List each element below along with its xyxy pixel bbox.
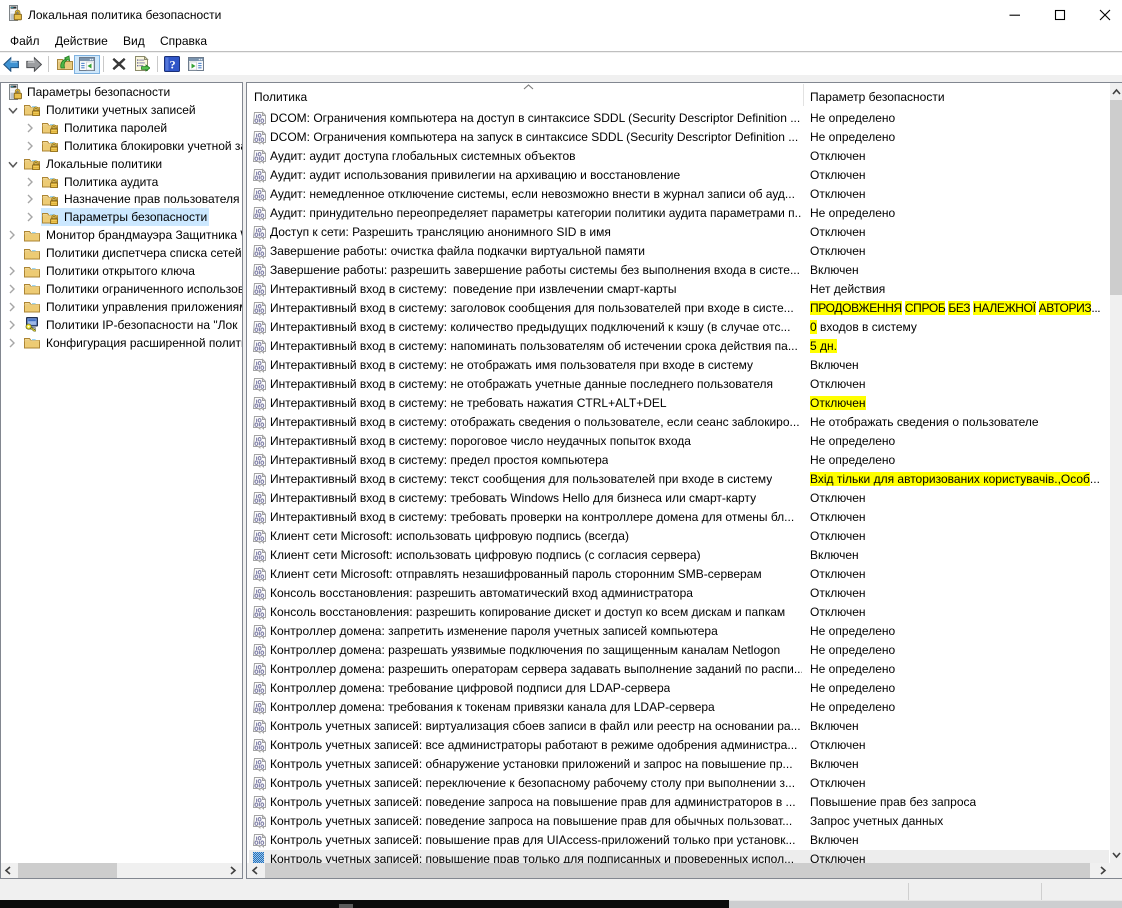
svg-text:?: ? [170, 58, 176, 72]
